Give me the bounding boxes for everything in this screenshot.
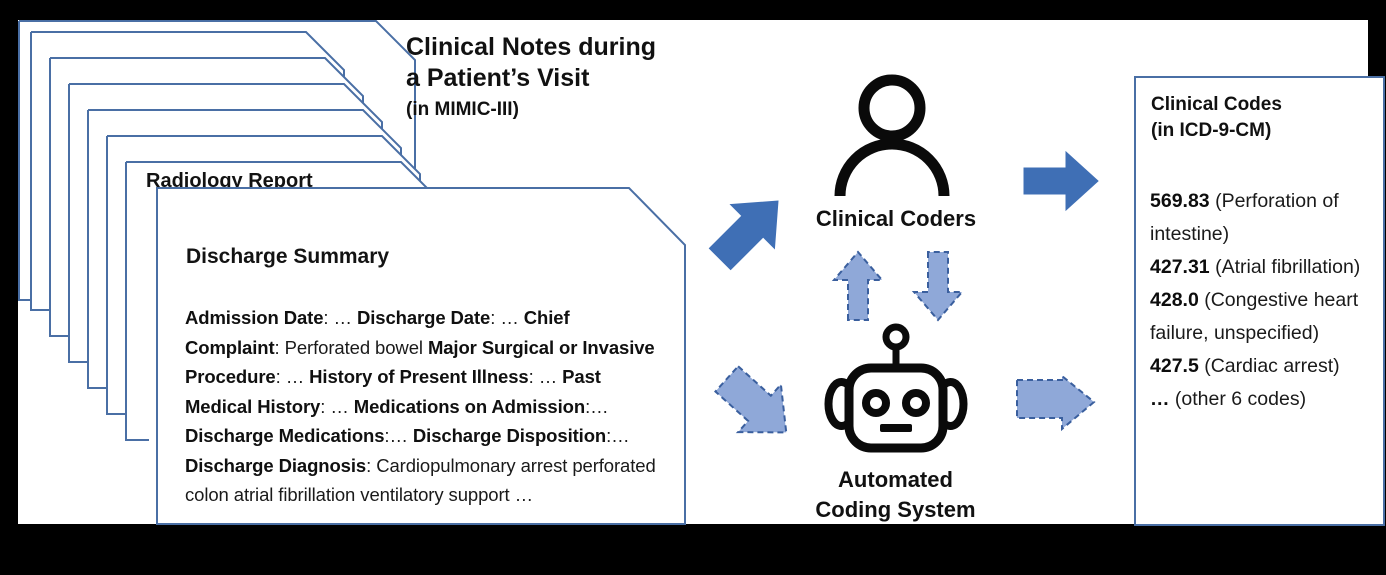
diagram-root: Radiology Report Discharge Summary Admis… — [0, 0, 1386, 575]
clinical-code-number: … — [1150, 388, 1170, 410]
discharge-field-value: : … — [490, 307, 524, 328]
discharge-field-name: Discharge Medications — [185, 425, 385, 446]
clinical-code-number: 428.0 — [1150, 289, 1199, 311]
arrow-notes-to-coders — [704, 185, 794, 275]
headline-line-3: (in MIMIC-III) — [406, 99, 519, 120]
discharge-field-name: Discharge Disposition — [412, 425, 607, 446]
discharge-field-value: : Perforated bowel — [274, 336, 428, 358]
clinical-codes-list: 569.83 (Perforation of intestine) 427.31 … — [1150, 185, 1378, 416]
clinical-code-description: (Cardiac arrest) — [1198, 355, 1340, 377]
clinical-codes-title-line-1: Clinical Codes — [1151, 94, 1282, 115]
discharge-summary-body: Admission Date: … Discharge Date: … Chie… — [185, 303, 665, 510]
discharge-field-value: : … — [320, 395, 354, 417]
discharge-field-name: Discharge Diagnosis — [185, 454, 367, 476]
clinical-codes-title-line-2: (in ICD-9-CM) — [1151, 120, 1272, 141]
discharge-field-value: :… — [585, 395, 609, 417]
clinical-code-description: (Atrial fibrillation) — [1209, 256, 1361, 278]
discharge-field-value: :… — [384, 425, 413, 446]
robot-icon — [823, 323, 969, 459]
discharge-summary-title: Discharge Summary — [186, 245, 390, 268]
clinical-code-item: 428.0 (Congestive heart failure, unspeci… — [1150, 284, 1378, 350]
arrow-coders-to-codes — [1022, 146, 1100, 216]
clinical-code-item: 427.5 (Cardiac arrest) — [1150, 350, 1378, 383]
headline-line-2: a Patient’s Visit — [406, 64, 590, 92]
clinical-code-item: … (other 6 codes) — [1150, 383, 1378, 416]
arrow-notes-to-system — [708, 360, 808, 455]
person-icon — [830, 72, 954, 198]
discharge-field-value: : … — [323, 307, 357, 328]
arrow-coders-to-system — [910, 248, 966, 324]
discharge-field-value: : … — [275, 366, 310, 387]
headline-line-1: Clinical Notes during — [406, 33, 657, 61]
arrow-system-to-coders — [830, 248, 886, 324]
discharge-field-name: History of Present Illness — [309, 366, 529, 387]
discharge-field-value: :… — [606, 425, 630, 446]
clinical-code-item: 427.31 (Atrial fibrillation) — [1150, 251, 1378, 284]
automated-coding-system-label: Automated Coding System — [778, 465, 1013, 525]
headline-block: Clinical Notes during a Patient’s Visit … — [406, 32, 706, 123]
discharge-field-name: Admission Date — [185, 307, 324, 328]
discharge-field-name: Medications on Admission — [353, 395, 586, 417]
discharge-field-value: : … — [528, 366, 563, 387]
automated-label-line-1: Automated — [838, 467, 953, 492]
clinical-code-number: 427.31 — [1150, 256, 1210, 278]
arrow-system-to-codes — [1014, 372, 1098, 436]
clinical-code-item: 569.83 (Perforation of intestine) — [1150, 185, 1378, 251]
discharge-field-name: Discharge Date — [356, 307, 491, 328]
diagram-canvas: Radiology Report Discharge Summary Admis… — [18, 20, 1385, 526]
clinical-codes-title: Clinical Codes (in ICD-9-CM) — [1151, 92, 1381, 144]
clinical-code-number: 427.5 — [1150, 355, 1199, 377]
clinical-code-description: (other 6 codes) — [1169, 388, 1307, 410]
clinical-coders-label: Clinical Coders — [815, 206, 977, 231]
automated-label-line-2: Coding System — [815, 497, 976, 522]
clinical-code-number: 569.83 — [1150, 190, 1210, 212]
